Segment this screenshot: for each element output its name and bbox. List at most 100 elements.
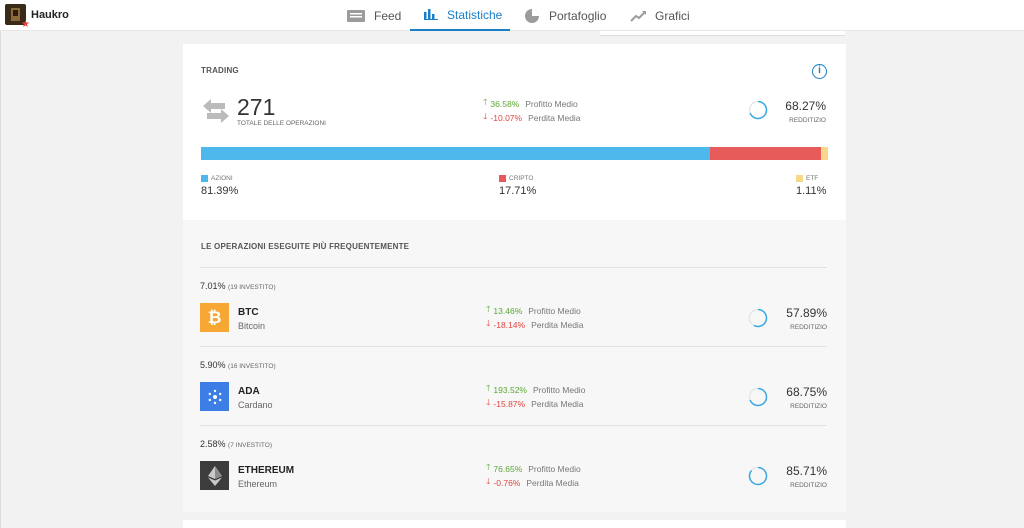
legend-azioni: AZIONI 81.39% (201, 175, 238, 197)
avatar[interactable]: ★ (5, 4, 30, 30)
arrow-down-icon: 🡓 (486, 397, 491, 407)
row-share: 2.58% (7 INVESTITO) (200, 439, 272, 449)
tab-grafici-label: Grafici (655, 8, 690, 23)
stats-icon (424, 9, 438, 20)
row-loss-value: -0.76% (493, 478, 521, 488)
user-profile[interactable]: ★ Haukro (5, 4, 69, 30)
tab-feed[interactable]: Feed (347, 0, 401, 31)
row-pct: 2.58% (200, 439, 226, 449)
list-item[interactable]: 7.01% (19 INVESTITO) ₿ BTC Bitcoin 🡑 13.… (200, 267, 827, 346)
row-profit-label: Profitto Medio (528, 306, 581, 316)
legend-etf-value: 1.11% (796, 185, 827, 197)
profitability-label: REDDITIZIO (789, 117, 826, 124)
feed-icon (347, 9, 365, 22)
row-profit: 🡑 193.52% Profitto Medio (486, 383, 585, 397)
row-profit-value: 76.65% (493, 464, 523, 474)
trading-card: TRADING i 271 TOTALE DELLE OPERAZIONI 🡑 … (183, 44, 846, 220)
tab-feed-label: Feed (374, 8, 402, 23)
next-card (183, 520, 846, 528)
row-profit-value: 13.46% (493, 306, 523, 316)
legend-azioni-value: 81.39% (201, 185, 239, 197)
star-icon: ★ (21, 19, 30, 30)
tab-statistiche[interactable]: Statistiche (410, 0, 510, 31)
allocation-bar (201, 147, 828, 160)
cardano-icon (200, 382, 229, 411)
coin-name: Ethereum (238, 479, 278, 489)
trading-title: TRADING (201, 66, 239, 75)
arrow-down-icon: 🡓 (483, 111, 488, 121)
legend-etf: ETF 1.11% (796, 175, 826, 197)
profitability-ring (748, 100, 768, 120)
row-profitability-value: 68.75% (786, 385, 827, 399)
profitability-value: 68.27% (785, 99, 826, 113)
row-profit-label: Profitto Medio (532, 385, 586, 395)
row-loss-label: Perdita Media (526, 478, 579, 488)
top-bar: ★ Haukro Feed Statistiche Portafoglio Gr… (0, 0, 1024, 31)
arrow-up-icon: 🡑 (486, 383, 491, 393)
swap-arrows-icon (203, 99, 229, 123)
row-loss: 🡓 -18.14% Perdita Media (486, 318, 584, 332)
tab-portafoglio[interactable]: Portafoglio (524, 0, 606, 31)
coin-name: Cardano (238, 400, 273, 410)
arrow-down-icon: 🡓 (486, 318, 491, 328)
coin-name: Bitcoin (238, 321, 266, 331)
avg-loss: 🡓 -10.07% Perdita Media (483, 111, 581, 125)
row-profitability-ring (748, 308, 768, 328)
coin-symbol[interactable]: ETHEREUM (238, 465, 294, 476)
list-item[interactable]: 2.58% (7 INVESTITO) ETHEREUM Ethereum 🡑 … (200, 425, 827, 504)
cripto-swatch (499, 175, 506, 182)
total-trades-value: 271 (237, 94, 276, 120)
tab-portafoglio-label: Portafoglio (549, 8, 607, 23)
row-pct: 7.01% (200, 281, 226, 291)
pie-icon (524, 8, 540, 24)
row-profitability-ring (748, 387, 768, 407)
row-profitability-ring (748, 466, 768, 486)
row-profitability-label: REDDITIZIO (790, 403, 827, 410)
row-loss: 🡓 -15.87% Perdita Media (486, 397, 584, 411)
row-loss-value: -18.14% (493, 320, 526, 330)
frequent-title: LE OPERAZIONI ESEGUITE PIÙ FREQUENTEMENT… (201, 242, 410, 251)
allocation-segment-azioni (201, 147, 711, 160)
row-invested: (19 INVESTITO) (228, 284, 276, 291)
info-icon[interactable]: i (812, 64, 827, 79)
row-loss: 🡓 -0.76% Perdita Media (486, 476, 579, 490)
row-profit-value: 193.52% (493, 385, 527, 395)
row-loss-label: Perdita Media (531, 320, 584, 330)
coin-symbol[interactable]: BTC (238, 307, 259, 318)
avg-profit-label: Profitto Medio (525, 99, 578, 109)
arrow-up-icon: 🡑 (486, 462, 491, 472)
row-profit-label: Profitto Medio (528, 464, 581, 474)
header-strip (600, 31, 845, 36)
tab-grafici[interactable]: Grafici (630, 0, 690, 31)
row-invested: (7 INVESTITO) (228, 442, 272, 449)
etf-swatch (796, 175, 803, 182)
row-pct: 5.90% (200, 360, 226, 370)
legend-cripto-label: CRIPTO (509, 175, 534, 182)
row-share: 5.90% (16 INVESTITO) (200, 360, 276, 370)
row-loss-label: Perdita Media (531, 399, 584, 409)
frequent-trades-section: LE OPERAZIONI ESEGUITE PIÙ FREQUENTEMENT… (183, 220, 846, 512)
arrow-down-icon: 🡓 (486, 476, 491, 486)
page-left-border (0, 31, 1, 528)
row-loss-value: -15.87% (493, 399, 526, 409)
row-profitability-label: REDDITIZIO (790, 324, 827, 331)
row-share: 7.01% (19 INVESTITO) (200, 281, 276, 291)
username[interactable]: Haukro (31, 9, 69, 21)
azioni-swatch (201, 175, 208, 182)
avg-loss-value: -10.07% (490, 113, 523, 123)
arrow-up-icon: 🡑 (486, 304, 491, 314)
allocation-segment-cripto (710, 147, 822, 160)
row-invested: (16 INVESTITO) (228, 363, 276, 370)
chart-icon (630, 10, 646, 22)
bitcoin-icon: ₿ (200, 303, 229, 332)
arrow-up-icon: 🡑 (483, 97, 488, 107)
total-trades-label: TOTALE DELLE OPERAZIONI (237, 120, 326, 127)
legend-cripto-value: 17.71% (499, 185, 537, 197)
avg-loss-label: Perdita Media (528, 113, 581, 123)
tab-statistiche-label: Statistiche (447, 7, 503, 22)
ethereum-icon (200, 461, 229, 490)
legend-cripto: CRIPTO 17.71% (499, 175, 536, 197)
row-profitability-value: 85.71% (786, 464, 827, 478)
list-item[interactable]: 5.90% (16 INVESTITO) ADA Cardano 🡑 193.5… (200, 346, 827, 425)
coin-symbol[interactable]: ADA (238, 386, 260, 397)
